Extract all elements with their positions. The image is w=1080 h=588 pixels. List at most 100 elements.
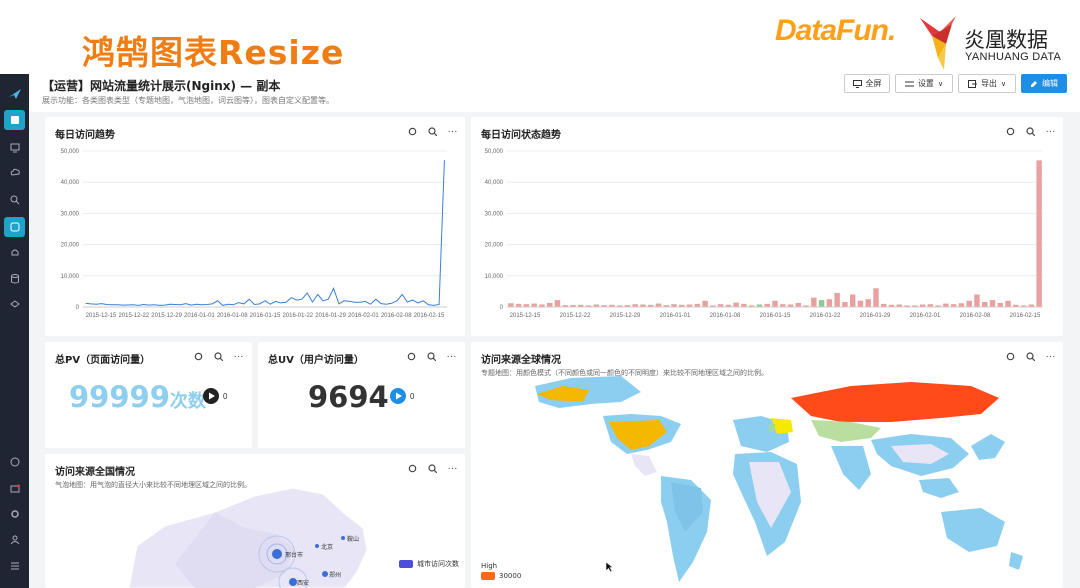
- data-point: [106, 304, 108, 305]
- monitor-icon[interactable]: [4, 138, 25, 158]
- data-point: [375, 298, 377, 300]
- refresh-icon[interactable]: [406, 351, 417, 362]
- city-label: 郑州: [329, 571, 341, 579]
- city-label: 西安: [297, 579, 309, 587]
- settings-button[interactable]: 设置 ∨: [895, 74, 953, 93]
- bar: [958, 303, 965, 307]
- card-title: 总PV（页面访问量）: [55, 355, 151, 366]
- more-icon[interactable]: ···: [446, 351, 457, 362]
- x-tick-label: 2016-01-29: [860, 313, 891, 319]
- china-legend[interactable]: 城市访问次数: [399, 559, 459, 569]
- data-point: [196, 303, 197, 305]
- search-icon[interactable]: [4, 190, 25, 210]
- data-point: [349, 301, 350, 302]
- more-icon[interactable]: ···: [233, 351, 244, 362]
- bar: [997, 302, 1003, 307]
- x-tick-label: 2016-02-08: [381, 313, 412, 319]
- pv-change: 0: [203, 388, 227, 404]
- data-point: [211, 303, 213, 305]
- world-map[interactable]: [471, 342, 1063, 588]
- data-point: [317, 294, 319, 295]
- x-tick-label: 2015-12-22: [560, 313, 591, 319]
- bar: [531, 303, 537, 307]
- legend-label: 城市访问次数: [417, 560, 459, 568]
- chevron-down-icon: ∨: [937, 79, 944, 88]
- world-legend[interactable]: High 30000: [481, 562, 521, 580]
- bar: [655, 303, 662, 307]
- user-icon[interactable]: [4, 530, 25, 550]
- bar: [795, 302, 802, 307]
- zoom-icon[interactable]: [213, 351, 224, 362]
- bar: [857, 300, 864, 307]
- city-label: 邢台市: [285, 551, 303, 559]
- world-map-card: 访问来源全球情况 专题地图：用颜色模式（不同颜色或同一颜色的不同明度）来比较不同…: [471, 342, 1063, 588]
- menu-icon[interactable]: [4, 556, 25, 576]
- data-point: [275, 301, 276, 302]
- dashboard-icon[interactable]: [4, 110, 25, 130]
- x-tick-label: 2016-01-01: [184, 313, 215, 319]
- x-tick-label: 2016-01-15: [760, 313, 791, 319]
- dashboard-main: 【运营】网站流量统计展示(Nginx) — 副本 展示功能：各类图表类型（专题地…: [29, 74, 1080, 588]
- layers-icon[interactable]: [4, 295, 25, 315]
- x-tick-label: 2016-01-15: [250, 313, 281, 319]
- fullscreen-button[interactable]: 全屏: [844, 74, 890, 93]
- banner-title: 鸿鹄图表Resize: [82, 33, 345, 72]
- data-point: [185, 303, 187, 304]
- data-point: [254, 304, 255, 305]
- data-point: [428, 304, 429, 306]
- bar: [702, 300, 708, 307]
- data-point: [338, 303, 340, 305]
- monitor-icon: [852, 79, 862, 88]
- data-point: [206, 304, 208, 305]
- data-point: [407, 301, 408, 303]
- data-point: [396, 300, 398, 302]
- bar: [982, 302, 988, 307]
- legend-swatch: [399, 560, 413, 568]
- y-tick-label: 20,000: [485, 243, 504, 249]
- logo-icon[interactable]: [4, 84, 25, 104]
- data-point: [95, 303, 97, 305]
- city-label: 北京: [321, 543, 333, 551]
- x-tick-label: 2016-02-01: [910, 313, 941, 319]
- uv-change-value: 0: [410, 391, 415, 401]
- china-map-card: 访问来源全国情况 气泡地图：用气泡的直径大小来比较不同地理区域之间的比例。 ··…: [45, 454, 465, 588]
- panel-icon[interactable]: [4, 217, 25, 237]
- bar: [834, 292, 840, 307]
- data-point: [164, 304, 166, 306]
- x-tick-label: 2016-01-01: [660, 313, 691, 319]
- data-point: [354, 302, 355, 303]
- zoom-icon[interactable]: [426, 351, 437, 362]
- bar: [772, 300, 778, 307]
- y-tick-label: 0: [500, 305, 504, 311]
- data-point: [380, 303, 382, 304]
- status-trend-chart: 50,000 40,000 30,000 20,000 10,000 0 2015-12-1…: [485, 149, 1043, 319]
- bar: [966, 300, 972, 307]
- bar: [842, 302, 848, 307]
- data-point: [296, 299, 297, 301]
- y-tick-label: 50,000: [61, 149, 80, 155]
- help-icon[interactable]: [4, 452, 25, 472]
- message-icon[interactable]: [4, 479, 25, 499]
- bar: [1005, 300, 1011, 307]
- x-tick-label: 2015-12-29: [610, 313, 641, 319]
- video-banner: 鸿鹄图表Resize DataFun. 炎凰数据 YANHUANG DATA: [0, 0, 1080, 74]
- y-tick-label: 40,000: [485, 180, 504, 186]
- x-tick-label: 2016-01-22: [282, 313, 313, 319]
- refresh-icon[interactable]: [193, 351, 204, 362]
- data-point: [264, 300, 266, 302]
- data-point: [90, 303, 92, 305]
- uv-value: 9694: [308, 380, 389, 414]
- sliders-icon: [904, 81, 914, 86]
- edit-button[interactable]: 编辑: [1021, 74, 1067, 93]
- upload-icon[interactable]: [4, 163, 25, 183]
- bell-icon[interactable]: [4, 243, 25, 263]
- data-point: [386, 303, 387, 305]
- play-icon: [203, 388, 219, 404]
- data-point: [159, 305, 160, 306]
- data-point: [238, 302, 239, 303]
- data-point: [412, 299, 414, 301]
- settings-icon[interactable]: [4, 504, 25, 524]
- data-point: [280, 302, 282, 304]
- export-button[interactable]: 导出 ∨: [958, 74, 1016, 93]
- database-icon[interactable]: [4, 269, 25, 289]
